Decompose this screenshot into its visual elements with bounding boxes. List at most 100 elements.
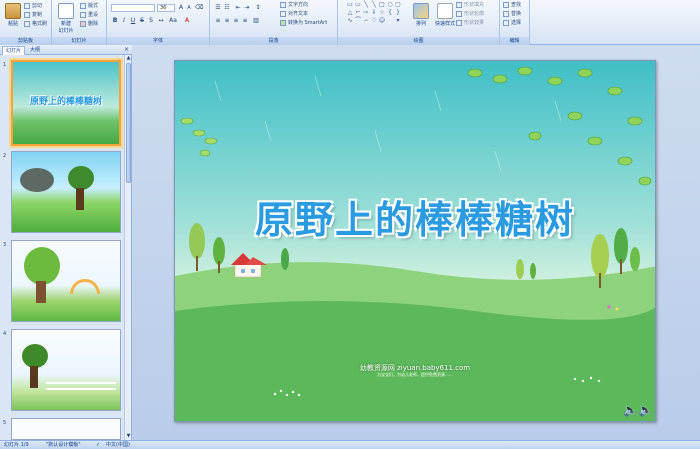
format-painter-button[interactable]: 格式刷 xyxy=(24,20,47,28)
quick-styles-button[interactable]: 快速样式 xyxy=(432,1,458,27)
clear-format-icon[interactable]: ⌫ xyxy=(195,4,203,12)
shape-outline-button[interactable]: 形状轮廓 xyxy=(456,10,484,18)
shape-bend-icon[interactable]: ⌒ xyxy=(354,17,362,24)
group-label-slides: 幻灯片 xyxy=(52,37,106,45)
slide-thumbnail-5[interactable] xyxy=(11,418,121,440)
layout-icon xyxy=(80,2,86,9)
shape-brace2-icon[interactable]: } xyxy=(394,9,402,16)
speaker-icon[interactable]: 🔈🔈 xyxy=(623,403,653,417)
shape-line-icon[interactable]: ╲ xyxy=(362,1,370,8)
arrange-button[interactable]: 排列 xyxy=(410,1,432,27)
panel-tabs: 幻灯片 大纲 × xyxy=(0,45,132,55)
font-color-icon[interactable]: A xyxy=(183,17,191,25)
current-slide[interactable]: 原野上的棒棒糖树 幼教资源网 ziyuan.baby611.com 为宝宝们，为… xyxy=(174,60,656,422)
slide-thumbnail-1[interactable]: 原野上的棒棒糖树 xyxy=(11,60,121,146)
text-direction-button[interactable]: 文字方向 xyxy=(280,1,308,9)
cut-button[interactable]: 剪切 xyxy=(24,2,42,10)
slide-number-3: 3 xyxy=(3,242,7,248)
slide-thumbnail-3[interactable] xyxy=(11,240,121,322)
align-text-button[interactable]: 对齐文本 xyxy=(280,10,308,18)
shape-line2-icon[interactable]: ╲ xyxy=(370,1,378,8)
thumb3-trunk xyxy=(36,281,46,303)
thumb4-trunk xyxy=(30,366,38,388)
shrink-font-icon[interactable]: A xyxy=(185,4,193,12)
scroll-down-icon[interactable]: ▼ xyxy=(125,433,132,440)
grow-font-icon[interactable]: A xyxy=(177,4,185,12)
align-center-icon[interactable]: ≡ xyxy=(223,17,231,25)
strikethrough-icon[interactable]: S xyxy=(138,17,146,25)
thumb3-rainbow xyxy=(70,279,100,294)
shape-arrow-right-icon[interactable]: ⇨ xyxy=(362,9,370,16)
copy-button[interactable]: 复制 xyxy=(24,11,42,19)
copy-icon xyxy=(24,11,30,18)
shape-rect-icon[interactable]: ▭ xyxy=(354,1,362,8)
replace-button[interactable]: 替换 xyxy=(503,10,521,18)
change-case-icon[interactable]: Aa xyxy=(169,17,177,25)
bullets-icon[interactable]: ☰ xyxy=(214,4,222,12)
tab-slides[interactable]: 幻灯片 xyxy=(2,46,26,55)
thumb4-tree xyxy=(22,344,48,368)
shape-triangle-icon[interactable]: △ xyxy=(346,9,354,16)
scroll-up-icon[interactable]: ▲ xyxy=(125,55,132,62)
font-size-combo[interactable]: 36 xyxy=(157,4,175,12)
shape-square-icon[interactable]: □ xyxy=(378,1,386,8)
shape-smile-icon[interactable]: ☺ xyxy=(378,17,386,24)
underline-icon[interactable]: U xyxy=(129,17,137,25)
group-font: 36 A A ⌫ B I U S S ↔ Aa A 字体 xyxy=(107,0,210,45)
shape-more-icon[interactable]: ▾ xyxy=(394,17,402,24)
bold-icon[interactable]: B xyxy=(111,17,119,25)
scissors-icon xyxy=(24,2,30,9)
shape-heart-icon[interactable]: ♡ xyxy=(370,17,378,24)
slide-thumbnail-4[interactable] xyxy=(11,329,121,411)
group-paragraph: ☰ ☷ ⇤ ⇥ ↕ ≡ ≡ ≡ ≡ ▥ 文字方向 对齐文本 转换为 SmartA… xyxy=(210,0,338,45)
thumbnail-scrollbar[interactable]: ▲ ▼ xyxy=(124,55,131,440)
columns-icon[interactable]: ▥ xyxy=(252,17,260,25)
align-left-icon[interactable]: ≡ xyxy=(214,17,222,25)
quick-styles-icon xyxy=(437,3,453,19)
shape-wave-icon[interactable]: ∽ xyxy=(362,17,370,24)
numbering-icon[interactable]: ☷ xyxy=(223,4,231,12)
slide-thumbnail-2[interactable] xyxy=(11,151,121,233)
shape-brace-icon[interactable]: { xyxy=(386,9,394,16)
shape-curve-icon[interactable]: ∿ xyxy=(346,17,354,24)
status-bar: 幻灯片 1/9 "默认设计模板" ✓ 中文(中国) xyxy=(0,440,700,449)
line-spacing-icon[interactable]: ↕ xyxy=(254,4,262,12)
spellcheck-icon[interactable]: ✓ xyxy=(96,441,100,449)
shape-fill-button[interactable]: 形状填充 xyxy=(456,1,484,9)
smartart-button[interactable]: 转换为 SmartArt xyxy=(280,19,327,27)
new-slide-button[interactable]: 新建 幻灯片 xyxy=(55,1,77,34)
shape-corner-icon[interactable]: ⌐ xyxy=(354,9,362,16)
tab-outline[interactable]: 大纲 xyxy=(27,46,43,55)
char-spacing-icon[interactable]: ↔ xyxy=(157,17,165,25)
reset-button[interactable]: 重设 xyxy=(80,11,98,19)
delete-slide-button[interactable]: 删除 xyxy=(80,20,98,28)
paste-icon xyxy=(5,3,21,19)
shadow-icon[interactable]: S xyxy=(147,17,155,25)
font-name-combo[interactable] xyxy=(111,4,155,12)
decrease-indent-icon[interactable]: ⇤ xyxy=(234,4,242,12)
select-button[interactable]: 选择 xyxy=(503,19,521,27)
align-right-icon[interactable]: ≡ xyxy=(232,17,240,25)
scroll-thumb[interactable] xyxy=(126,63,131,183)
paste-button[interactable]: 粘贴 xyxy=(2,1,24,27)
house-tree xyxy=(281,248,289,270)
italic-icon[interactable]: I xyxy=(120,17,128,25)
shape-oval-icon[interactable]: ○ xyxy=(386,1,394,8)
justify-icon[interactable]: ≡ xyxy=(241,17,249,25)
shape-arrow-down-icon[interactable]: ⇩ xyxy=(370,9,378,16)
shape-textbox-icon[interactable]: ▭ xyxy=(346,1,354,8)
increase-indent-icon[interactable]: ⇥ xyxy=(243,4,251,12)
reset-icon xyxy=(80,11,86,18)
effects-icon xyxy=(456,19,462,26)
close-icon[interactable]: × xyxy=(124,46,129,53)
shape-star-icon[interactable]: ☆ xyxy=(378,9,386,16)
slides-panel: 幻灯片 大纲 × 1 原野上的棒棒糖树 2 3 4 5 ▲ ▼ xyxy=(0,45,132,440)
thumb2-cloud xyxy=(20,168,54,192)
theme-name[interactable]: "默认设计模板" xyxy=(46,441,81,449)
find-button[interactable]: 查找 xyxy=(503,1,521,9)
shape-rounded-icon[interactable]: ▢ xyxy=(394,1,402,8)
shape-effects-button[interactable]: 形状效果 xyxy=(456,19,484,27)
slide-title[interactable]: 原野上的棒棒糖树 xyxy=(175,189,655,244)
layout-button[interactable]: 版式 xyxy=(80,2,98,10)
language[interactable]: 中文(中国) xyxy=(106,441,130,449)
